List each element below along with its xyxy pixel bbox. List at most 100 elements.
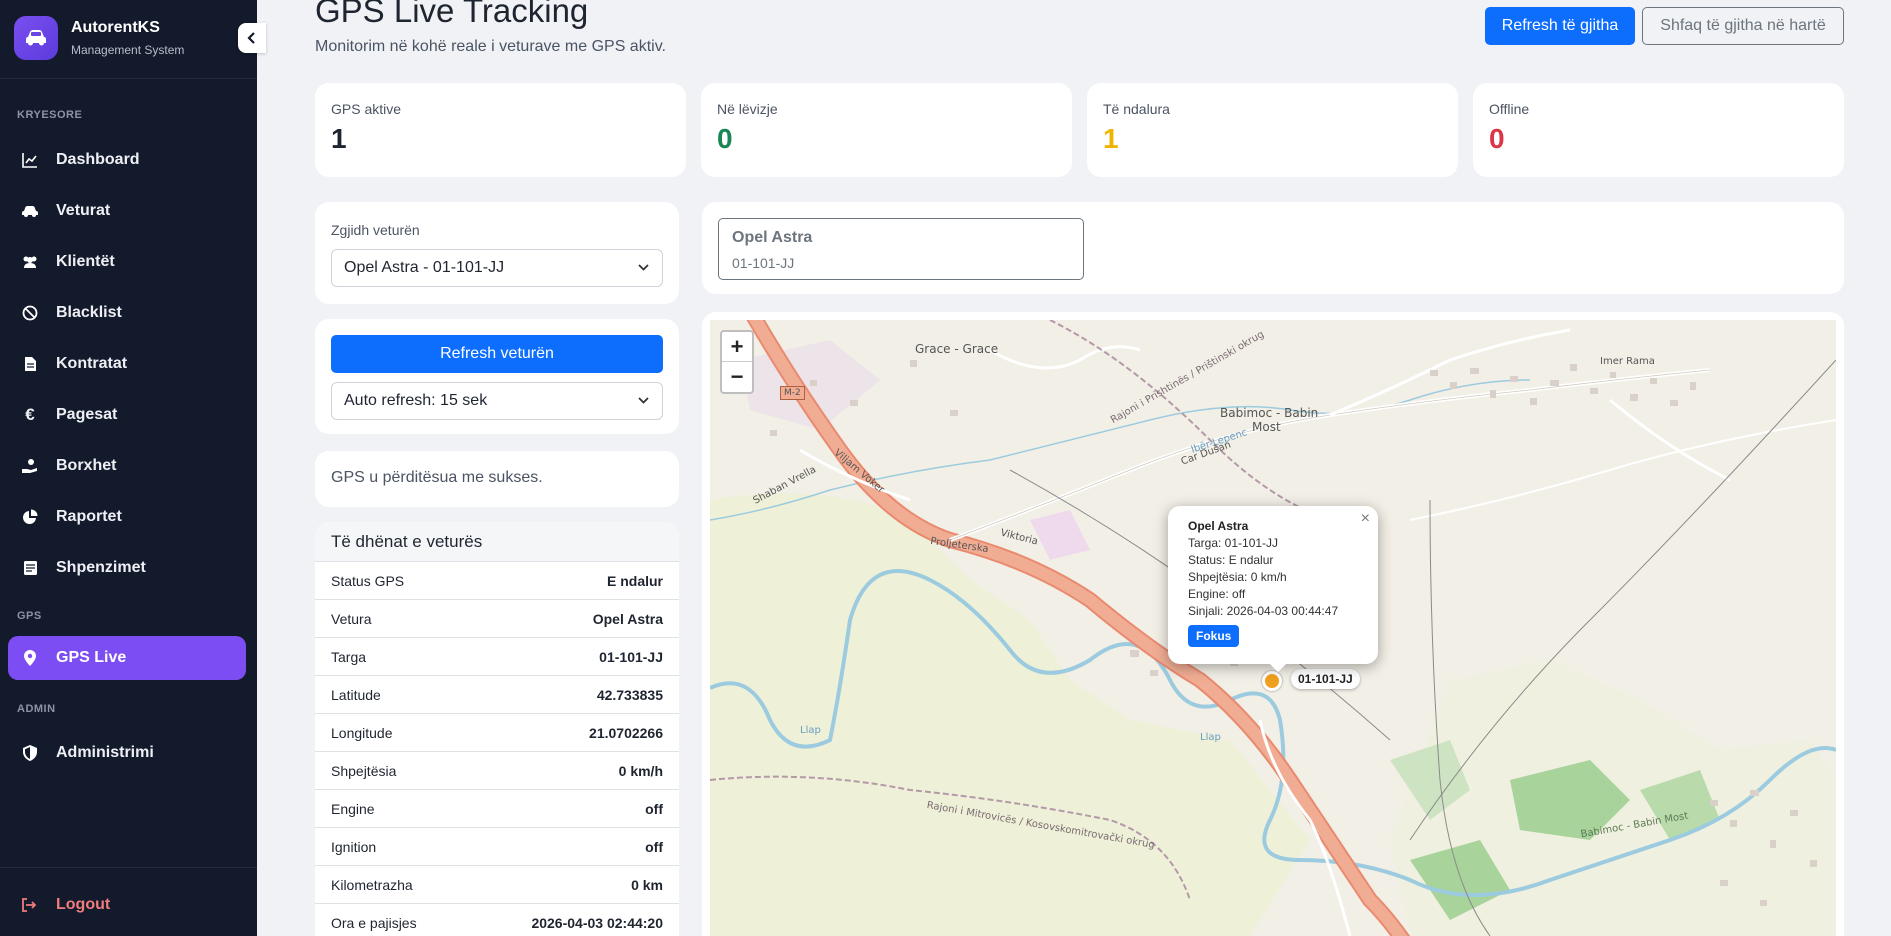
sidebar-item-label: Shpenzimet <box>56 559 146 576</box>
logout-label: Logout <box>56 896 111 913</box>
sidebar-item-blacklist[interactable]: Blacklist <box>8 291 246 335</box>
logout-button[interactable]: Logout <box>8 883 246 927</box>
receipt-icon <box>21 559 39 577</box>
focus-button[interactable]: Fokus <box>1188 625 1240 647</box>
sidebar-item-klientet[interactable]: Klientët <box>8 240 246 284</box>
sidebar-item-label: Kontratat <box>56 355 128 372</box>
sidebar-item-label: Blacklist <box>56 304 122 321</box>
ban-icon <box>21 304 39 322</box>
table-row: Engine off <box>315 790 679 828</box>
row-key: Latitude <box>331 686 381 703</box>
sidebar-item-borxhet[interactable]: Borxhet <box>8 444 246 488</box>
section-label-gps: GPS <box>17 610 42 622</box>
row-key: Kilometrazha <box>331 876 413 893</box>
vehicle-marker[interactable] <box>1262 671 1282 691</box>
popup-line: Shpejtësia: 0 km/h <box>1188 570 1287 584</box>
stat-label: Offline <box>1489 101 1530 117</box>
vehicle-marker-label: 01-101-JJ <box>1291 669 1360 689</box>
sidebar-item-label: Veturat <box>56 202 111 219</box>
refresh-all-button[interactable]: Refresh të gjitha <box>1485 7 1635 45</box>
sidebar-item-kontratat[interactable]: Kontratat <box>8 342 246 386</box>
euro-icon: € <box>25 405 35 424</box>
sidebar-item-label: Klientët <box>56 253 115 270</box>
zoom-in-button[interactable]: + <box>722 332 752 362</box>
sidebar-divider <box>0 78 257 79</box>
file-icon <box>21 355 39 373</box>
sidebar-item-dashboard[interactable]: Dashboard <box>8 138 246 182</box>
status-message-card: GPS u përditësua me sukses. <box>315 451 679 507</box>
row-value: 21.0702266 <box>589 724 663 741</box>
row-value: off <box>645 800 663 817</box>
vehicle-details-table: Të dhënat e veturës Status GPS E ndalur V… <box>315 522 679 936</box>
show-all-on-map-button[interactable]: Shfaq të gjitha në hartë <box>1642 7 1844 45</box>
row-key: Status GPS <box>331 572 405 589</box>
table-row: Status GPS E ndalur <box>315 562 679 600</box>
sidebar-item-label: Pagesat <box>56 406 118 423</box>
stat-value: 0 <box>717 123 733 154</box>
auto-refresh-value: Auto refresh: 15 sek <box>344 392 488 409</box>
table-row: Latitude 42.733835 <box>315 676 679 714</box>
logout-icon <box>21 896 39 914</box>
stat-card-gps-active: GPS aktive 1 <box>315 83 686 177</box>
chart-line-icon <box>21 151 39 169</box>
row-key: Longitude <box>331 724 393 741</box>
zoom-control: + − <box>720 330 754 394</box>
popup-line: Engine: off <box>1188 587 1246 601</box>
table-title: Të dhënat e veturës <box>315 522 679 562</box>
row-value: 01-101-JJ <box>599 648 663 665</box>
brand[interactable]: AutorentKS Management System <box>14 16 184 60</box>
auto-refresh-select[interactable]: Auto refresh: 15 sek <box>331 382 663 420</box>
sidebar-item-gps-live[interactable]: GPS Live <box>8 636 246 680</box>
stat-card-stopped: Të ndalura 1 <box>1087 83 1458 177</box>
chevron-down-icon <box>638 264 649 271</box>
vehicle-chip[interactable]: Opel Astra 01-101-JJ <box>718 218 1084 280</box>
map[interactable]: Grace - Grace Babimoc - Babin Most Vilja… <box>710 320 1836 936</box>
sidebar-item-pagesat[interactable]: € Pagesat <box>8 393 246 437</box>
chevron-down-icon <box>638 397 649 404</box>
vehicle-select[interactable]: Opel Astra - 01-101-JJ <box>331 249 663 287</box>
vehicle-chip-name: Opel Astra <box>732 229 813 246</box>
table-row: Ignition off <box>315 828 679 866</box>
popup-line: Status: E ndalur <box>1188 553 1274 567</box>
row-key: Engine <box>331 800 375 817</box>
page-title: GPS Live Tracking <box>315 0 589 29</box>
row-key: Vetura <box>331 610 372 627</box>
stat-label: Në lëvizje <box>717 101 778 117</box>
row-value: Opel Astra <box>592 610 663 627</box>
popup-close-button[interactable]: × <box>1361 510 1370 528</box>
section-label-admin: ADMIN <box>17 703 56 715</box>
sidebar-item-shpenzimet[interactable]: Shpenzimet <box>8 546 246 590</box>
sidebar-item-raportet[interactable]: Raportet <box>8 495 246 539</box>
map-label-babimoc: Babimoc - Babin <box>1220 406 1319 420</box>
row-value: E ndalur <box>606 572 663 589</box>
zoom-out-button[interactable]: − <box>722 362 752 392</box>
section-label-main: KRYESORE <box>17 109 83 121</box>
pie-chart-icon <box>21 508 39 526</box>
sidebar-collapse-button[interactable] <box>238 23 266 53</box>
vehicle-select-label: Zgjidh veturën <box>331 222 420 238</box>
hand-coin-icon <box>21 457 39 475</box>
map-label-m2: M-2 <box>780 386 805 400</box>
refresh-vehicle-button[interactable]: Refresh veturën <box>331 335 663 373</box>
sidebar-item-label: Administrimi <box>56 744 154 761</box>
map-label-llap: Llap <box>800 725 821 736</box>
status-message: GPS u përditësua me sukses. <box>331 469 543 486</box>
sidebar-item-administrimi[interactable]: Administrimi <box>8 731 246 775</box>
sidebar-item-label: GPS Live <box>56 649 127 666</box>
sidebar-item-veturat[interactable]: Veturat <box>8 189 246 233</box>
vehicle-select-value: Opel Astra - 01-101-JJ <box>344 259 505 276</box>
stat-value: 1 <box>331 123 347 154</box>
refresh-card: Refresh veturën Auto refresh: 15 sek <box>315 319 679 434</box>
page-subtitle: Monitorim në kohë reale i veturave me GP… <box>315 38 666 55</box>
popup-line: Sinjali: 2026-04-03 00:44:47 <box>1188 604 1339 618</box>
car-icon <box>21 202 39 220</box>
stat-label: GPS aktive <box>331 101 402 117</box>
vehicle-chip-plate: 01-101-JJ <box>732 255 795 271</box>
stat-card-offline: Offline 0 <box>1473 83 1844 177</box>
chevron-left-icon <box>247 32 255 44</box>
row-value: 42.733835 <box>596 686 663 703</box>
sidebar-item-label: Raportet <box>56 508 122 525</box>
sidebar-item-label: Borxhet <box>56 457 117 474</box>
sidebar-item-label: Dashboard <box>56 151 140 168</box>
brand-name: AutorentKS <box>71 19 160 36</box>
